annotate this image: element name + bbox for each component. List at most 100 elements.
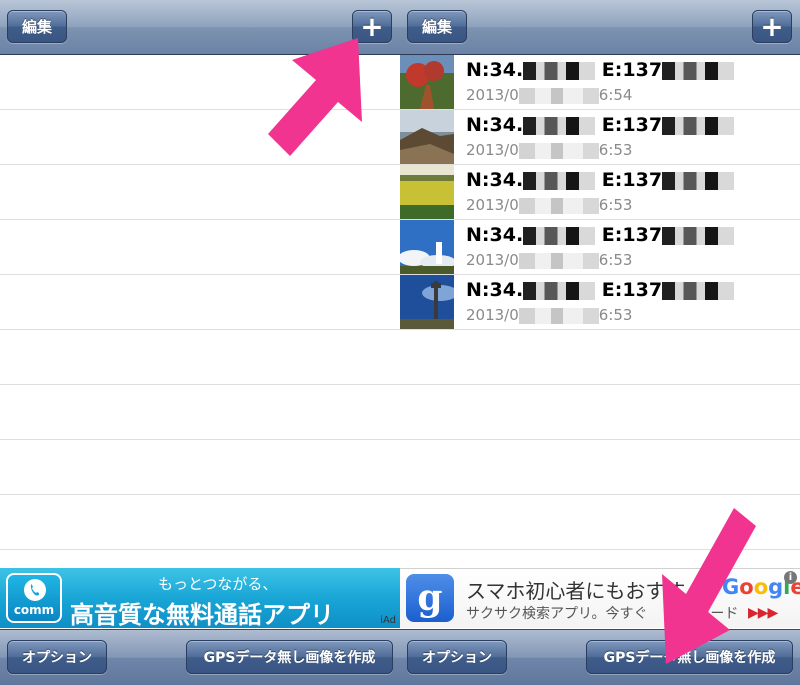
phone-icon (24, 579, 46, 601)
date-text: 2013/0 (466, 251, 519, 269)
latitude-text: N:34. (466, 224, 524, 246)
timestamp-label: 2013/0 6:54 (466, 86, 632, 104)
redacted-mosaic (518, 197, 599, 214)
bottom-toolbar: オプション GPSデータ無し画像を作成 (0, 629, 400, 685)
ad-banner[interactable]: comm もっとつながる、 高音質な無料通話アプリ iAd (0, 568, 400, 628)
photo-row[interactable]: N:34. E:137 2013/0 6:53 (400, 275, 800, 330)
date-text: 2013/0 (466, 306, 519, 324)
latitude-text: N:34. (466, 279, 524, 301)
redacted-mosaic (518, 87, 599, 104)
comm-app-logo: comm (6, 573, 62, 623)
redacted-mosaic (523, 116, 596, 135)
redacted-mosaic (662, 171, 735, 190)
time-text: 6:53 (598, 306, 633, 324)
ad-headline: スマホ初心者にもおすす (466, 579, 686, 603)
redacted-mosaic (523, 226, 596, 245)
coordinate-label: N:34. E:137 (466, 279, 735, 301)
list-item (400, 385, 800, 440)
coordinate-label: N:34. E:137 (466, 59, 735, 81)
edit-button[interactable]: 編集 (7, 10, 67, 43)
time-text: 6:54 (598, 86, 633, 104)
edit-button[interactable]: 編集 (407, 10, 467, 43)
list-item (400, 495, 800, 550)
info-icon[interactable]: i (784, 571, 797, 584)
longitude-text: E:137 (601, 169, 663, 191)
time-text: 6:53 (598, 251, 633, 269)
list-item (0, 495, 400, 550)
redacted-mosaic (662, 281, 735, 300)
ad-title: 高音質な無料通話アプリ (70, 601, 334, 628)
ad-headline: もっとつながる、 (158, 575, 278, 593)
coordinate-label: N:34. E:137 (466, 224, 735, 246)
photo-thumbnail (400, 220, 454, 274)
coordinate-label: N:34. E:137 (466, 169, 735, 191)
ad-subtitle: サクサク検索アプリ。今すぐ ロード (466, 603, 738, 623)
list-item (0, 220, 400, 275)
options-button[interactable]: オプション (407, 640, 507, 674)
comm-logo-text: comm (13, 603, 55, 617)
screen-left: 編集 + comm もっとつながる、 高音質な無料通話アプリ iAd オプション… (0, 0, 400, 685)
screen-right: 編集 + N:34. E:137 2013/0 6:54 N:34. E:137… (400, 0, 800, 685)
longitude-text: E:137 (601, 224, 663, 246)
list-item (0, 330, 400, 385)
list-item (0, 275, 400, 330)
list-item (0, 55, 400, 110)
time-text: 6:53 (598, 141, 633, 159)
list-item (400, 440, 800, 495)
brand-letter: o (753, 575, 769, 599)
latitude-text: N:34. (466, 169, 524, 191)
ad-banner[interactable]: g スマホ初心者にもおすす サクサク検索アプリ。今すぐ ロード Google ▶… (400, 568, 800, 628)
photo-thumbnail (400, 55, 454, 109)
timestamp-label: 2013/0 6:53 (466, 141, 632, 159)
photo-thumbnail (400, 110, 454, 164)
navigation-bar: 編集 + (0, 0, 400, 55)
latitude-text: N:34. (466, 59, 524, 81)
create-no-gps-image-button[interactable]: GPSデータ無し画像を作成 (186, 640, 393, 674)
photo-list-empty (0, 55, 400, 567)
ad-subtitle-tail: ロード (696, 606, 739, 622)
list-item (0, 165, 400, 220)
photo-row[interactable]: N:34. E:137 2013/0 6:53 (400, 165, 800, 220)
photo-thumbnail (400, 275, 454, 329)
timestamp-label: 2013/0 6:53 (466, 196, 632, 214)
coordinate-label: N:34. E:137 (466, 114, 735, 136)
list-item (400, 330, 800, 385)
photo-row[interactable]: N:34. E:137 2013/0 6:54 (400, 55, 800, 110)
add-button[interactable]: + (752, 10, 792, 43)
brand-letter: G (722, 575, 740, 599)
longitude-text: E:137 (601, 59, 663, 81)
redacted-mosaic (518, 252, 599, 269)
redacted-mosaic (523, 281, 596, 300)
redacted-mosaic (523, 61, 596, 80)
photo-list: N:34. E:137 2013/0 6:54 N:34. E:137 2013… (400, 55, 800, 567)
photo-row[interactable]: N:34. E:137 2013/0 6:53 (400, 220, 800, 275)
options-button[interactable]: オプション (7, 640, 107, 674)
timestamp-label: 2013/0 6:53 (466, 306, 632, 324)
list-item (0, 440, 400, 495)
ad-subtitle-text: サクサク検索アプリ。今すぐ (466, 606, 648, 622)
brand-letter: o (739, 575, 754, 599)
create-no-gps-image-button[interactable]: GPSデータ無し画像を作成 (586, 640, 793, 674)
longitude-text: E:137 (601, 279, 663, 301)
google-search-app-logo: g (406, 574, 454, 622)
list-item (0, 385, 400, 440)
redacted-mosaic (662, 116, 735, 135)
navigation-bar: 編集 + (400, 0, 800, 55)
bottom-toolbar: オプション GPSデータ無し画像を作成 (400, 629, 800, 685)
photo-row[interactable]: N:34. E:137 2013/0 6:53 (400, 110, 800, 165)
redacted-mosaic (662, 226, 735, 245)
redacted-mosaic (518, 307, 599, 324)
brand-letter: g (768, 575, 784, 599)
redacted-mosaic (662, 61, 735, 80)
list-item (0, 110, 400, 165)
latitude-text: N:34. (466, 114, 524, 136)
redacted-mosaic (523, 171, 596, 190)
redacted-mosaic (518, 142, 599, 159)
timestamp-label: 2013/0 6:53 (466, 251, 632, 269)
longitude-text: E:137 (601, 114, 663, 136)
date-text: 2013/0 (466, 196, 519, 214)
add-button[interactable]: + (352, 10, 392, 43)
photo-thumbnail (400, 165, 454, 219)
arrow-right-icon: ▶▶▶ (748, 605, 778, 621)
iad-badge: iAd (380, 615, 396, 626)
